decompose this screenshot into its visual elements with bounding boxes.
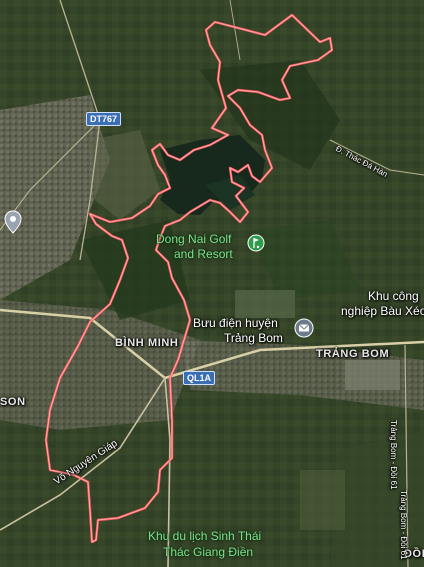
eco-park-label-line1: Khu du lịch Sinh Thái xyxy=(148,529,262,543)
map-view[interactable]: DT767 QL1A Dong Nai Golf and Resort Bưu … xyxy=(0,0,424,567)
post-office-label-line1: Bưu điện huyện xyxy=(193,316,278,330)
area-label-son: SON xyxy=(0,396,26,408)
area-label-binh-minh: BÌNH MINH xyxy=(115,337,179,349)
road-shield-dt767: DT767 xyxy=(86,112,122,126)
eco-park-label-line2: Thác Giang Điền xyxy=(163,545,254,559)
road-label-trang-bom-doi61-lower: Trảng Bom - Đồi 61 xyxy=(399,490,408,560)
road-label-trang-bom-doi61-upper: Trảng Bom - Đồi 61 xyxy=(389,420,398,490)
road-shield-ql1a: QL1A xyxy=(183,371,216,385)
post-office-label-line2: Trảng Bom xyxy=(224,331,283,345)
industrial-zone-label-line1: Khu công xyxy=(368,289,419,303)
golf-label-line2: and Resort xyxy=(174,247,233,261)
industrial-zone-label-line2: nghiệp Bàu Xéo xyxy=(341,304,424,318)
mail-icon[interactable] xyxy=(294,318,314,343)
place-pin-icon[interactable] xyxy=(4,210,22,239)
golf-icon[interactable] xyxy=(247,234,265,257)
area-label-trang-bom: TRẢNG BOM xyxy=(316,348,390,360)
golf-label-line1: Dong Nai Golf xyxy=(156,232,232,246)
